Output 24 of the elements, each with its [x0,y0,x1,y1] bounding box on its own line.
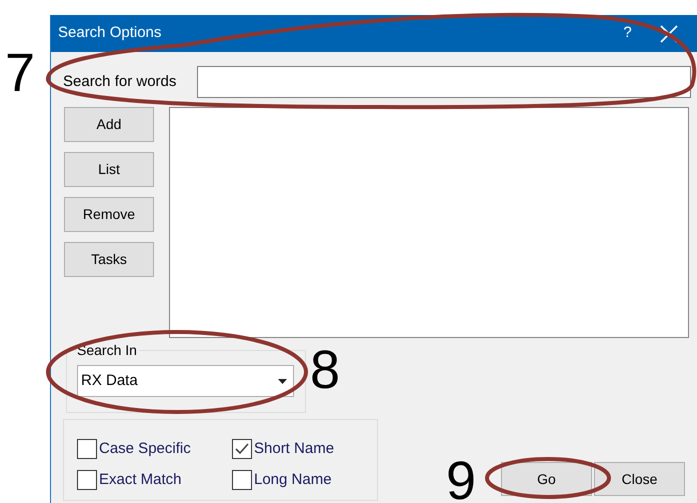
field-label: Search for words [63,72,178,92]
callout-number: 9 [446,454,476,503]
checkbox[interactable] [77,470,97,490]
checkbox-label: Short Name [254,439,334,459]
check-icon [235,443,249,456]
checkbox[interactable] [77,439,97,460]
callout-number: 7 [5,46,36,100]
dropdown[interactable]: RX Data [77,365,294,397]
side-button[interactable]: List [64,152,154,187]
checkbox[interactable] [232,470,252,490]
callout-number: 8 [310,343,340,397]
side-button[interactable]: Remove [64,197,154,232]
checkbox-label: Long Name [254,470,332,490]
close-icon[interactable] [660,24,678,42]
checkbox-label: Exact Match [99,470,182,490]
help-button[interactable]: ? [605,22,650,45]
caret-icon [278,378,287,384]
dialog-button[interactable]: Close [594,462,685,496]
side-button[interactable]: Add [64,107,154,142]
checkbox-label: Case Specific [99,439,191,459]
checkbox[interactable] [232,439,252,460]
window-title: Search Options [58,23,162,44]
side-button[interactable]: Tasks [64,242,154,277]
input-field[interactable] [197,66,691,98]
